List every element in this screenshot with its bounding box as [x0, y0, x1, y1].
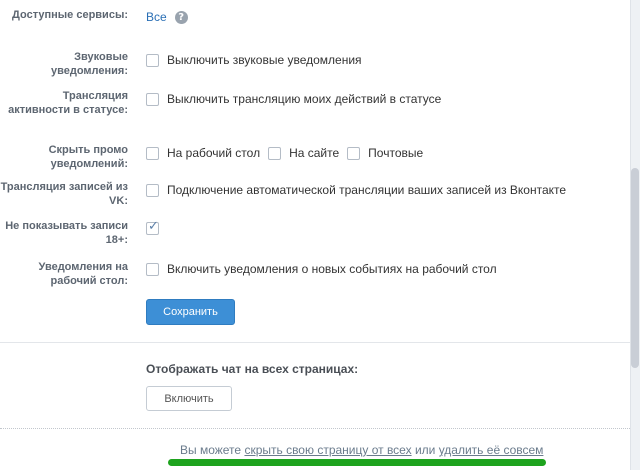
- settings-panel: Доступные сервисы: Все ? Звуковые уведом…: [0, 0, 630, 470]
- sound-label: Звуковые уведомления:: [51, 51, 128, 77]
- desktop-option-text: Включить уведомления о новых событиях на…: [167, 262, 497, 276]
- footer-middle: или: [414, 443, 436, 457]
- enable-chat-button[interactable]: Включить: [146, 386, 232, 411]
- promo-mail-text: Почтовые: [368, 146, 424, 160]
- adult-checkbox[interactable]: [146, 220, 159, 235]
- sound-option-text: Выключить звуковые уведомления: [167, 53, 362, 67]
- vk-checkbox[interactable]: [146, 183, 159, 197]
- delete-page-link[interactable]: удалить её совсем: [439, 443, 544, 457]
- broadcast-label: Трансляция активности в статусе:: [8, 90, 128, 116]
- vk-option-text: Подключение автоматической трансляции ва…: [167, 183, 567, 197]
- services-control: Все ?: [146, 10, 188, 24]
- desktop-option[interactable]: Включить уведомления о новых событиях на…: [146, 262, 505, 276]
- sound-option[interactable]: Выключить звуковые уведомления: [146, 53, 370, 67]
- scrollbar-thumb[interactable]: [631, 168, 639, 368]
- footer-text: Вы можете скрыть свою страницу от всех и…: [180, 443, 543, 457]
- sound-checkbox[interactable]: [146, 53, 159, 67]
- adult-label: Не показывать записи 18+:: [5, 220, 128, 246]
- promo-site-checkbox[interactable]: [268, 146, 282, 160]
- scrollbar-track[interactable]: [630, 0, 640, 470]
- desktop-checkbox[interactable]: [146, 262, 159, 276]
- highlight-underline: [168, 459, 546, 466]
- save-button[interactable]: Сохранить: [146, 299, 235, 325]
- help-icon[interactable]: ?: [174, 10, 188, 24]
- broadcast-option[interactable]: Выключить трансляцию моих действий в ста…: [146, 92, 449, 106]
- adult-option[interactable]: [146, 220, 167, 235]
- promo-desktop-text: На рабочий стол: [167, 146, 261, 160]
- footer-divider: [0, 428, 630, 429]
- footer-prefix: Вы можете: [180, 443, 242, 457]
- promo-desktop-checkbox[interactable]: [146, 146, 159, 160]
- desktop-label: Уведомления на рабочий стол:: [38, 261, 128, 287]
- chat-section-title: Отображать чат на всех страницах:: [146, 362, 359, 376]
- broadcast-checkbox[interactable]: [146, 92, 159, 106]
- section-divider: [0, 342, 630, 343]
- vk-option[interactable]: Подключение автоматической трансляции ва…: [146, 183, 574, 197]
- promo-mail-checkbox[interactable]: [347, 146, 361, 160]
- services-value-link[interactable]: Все: [146, 10, 167, 24]
- promo-options: На рабочий стол На сайте Почтовые: [146, 146, 431, 160]
- services-label: Доступные сервисы:: [12, 9, 128, 21]
- broadcast-option-text: Выключить трансляцию моих действий в ста…: [167, 92, 442, 106]
- promo-site-text: На сайте: [289, 146, 340, 160]
- vk-label: Трансляция записей из VK:: [0, 181, 128, 207]
- promo-label: Скрыть промо уведомлений:: [48, 144, 128, 170]
- hide-page-link[interactable]: скрыть свою страницу от всех: [244, 443, 411, 457]
